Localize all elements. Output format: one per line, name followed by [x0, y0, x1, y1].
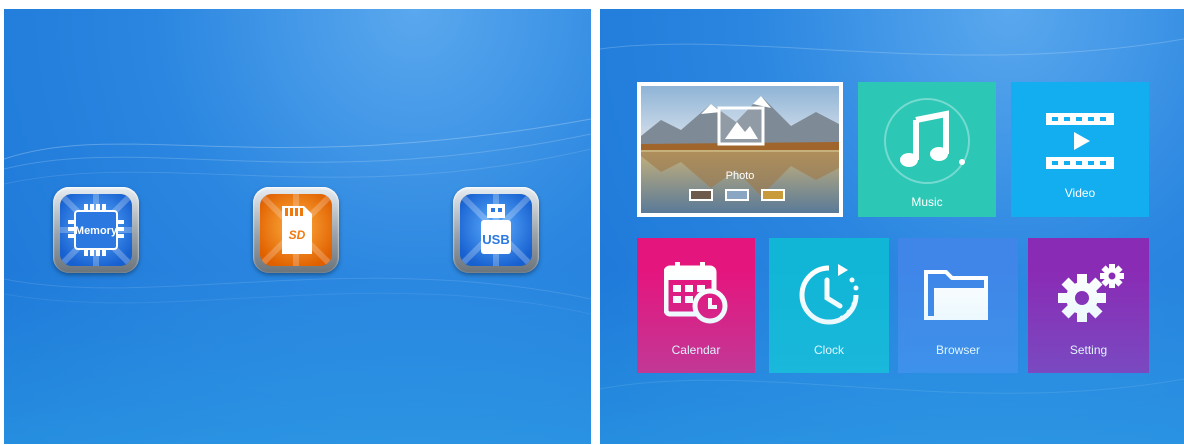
photo-thumbnails [689, 188, 793, 202]
calendar-clock-icon [664, 262, 728, 324]
svg-text:Memory: Memory [75, 225, 118, 237]
photo-label: Photo [725, 170, 755, 182]
photo-tile[interactable]: Photo [637, 82, 843, 217]
music-tile[interactable]: Music [858, 82, 996, 217]
image-icon [717, 106, 765, 146]
clock-icon [799, 264, 859, 325]
video-label: Video [1064, 186, 1096, 200]
music-label: Music [911, 195, 943, 209]
calendar-label: Calendar [671, 343, 721, 357]
storage-select-screen: Memory SD USB [4, 9, 591, 444]
svg-text:SD: SD [289, 228, 306, 242]
svg-text:USB: USB [482, 232, 509, 247]
calendar-tile[interactable]: Calendar [637, 238, 755, 373]
folder-icon [924, 270, 988, 320]
clock-tile[interactable]: Clock [769, 238, 889, 373]
browser-tile[interactable]: Browser [898, 238, 1018, 373]
film-play-icon [1046, 113, 1114, 169]
music-note-icon [884, 98, 970, 184]
gears-icon [1058, 264, 1124, 322]
main-menu-screen: Photo Music Video Calendar Clock Browser… [600, 9, 1184, 444]
setting-label: Setting [1069, 343, 1108, 357]
usb-drive-icon: USB [460, 194, 532, 266]
memory-chip-icon: Memory [60, 194, 132, 266]
setting-tile[interactable]: Setting [1028, 238, 1149, 373]
video-tile[interactable]: Video [1011, 82, 1149, 217]
sd-source-button[interactable]: SD [253, 187, 339, 273]
background-waves [600, 38, 1184, 394]
sd-card-icon: SD [260, 194, 332, 266]
memory-source-button[interactable]: Memory [53, 187, 139, 273]
browser-label: Browser [935, 343, 980, 357]
usb-source-button[interactable]: USB [453, 187, 539, 273]
clock-label: Clock [813, 343, 844, 357]
